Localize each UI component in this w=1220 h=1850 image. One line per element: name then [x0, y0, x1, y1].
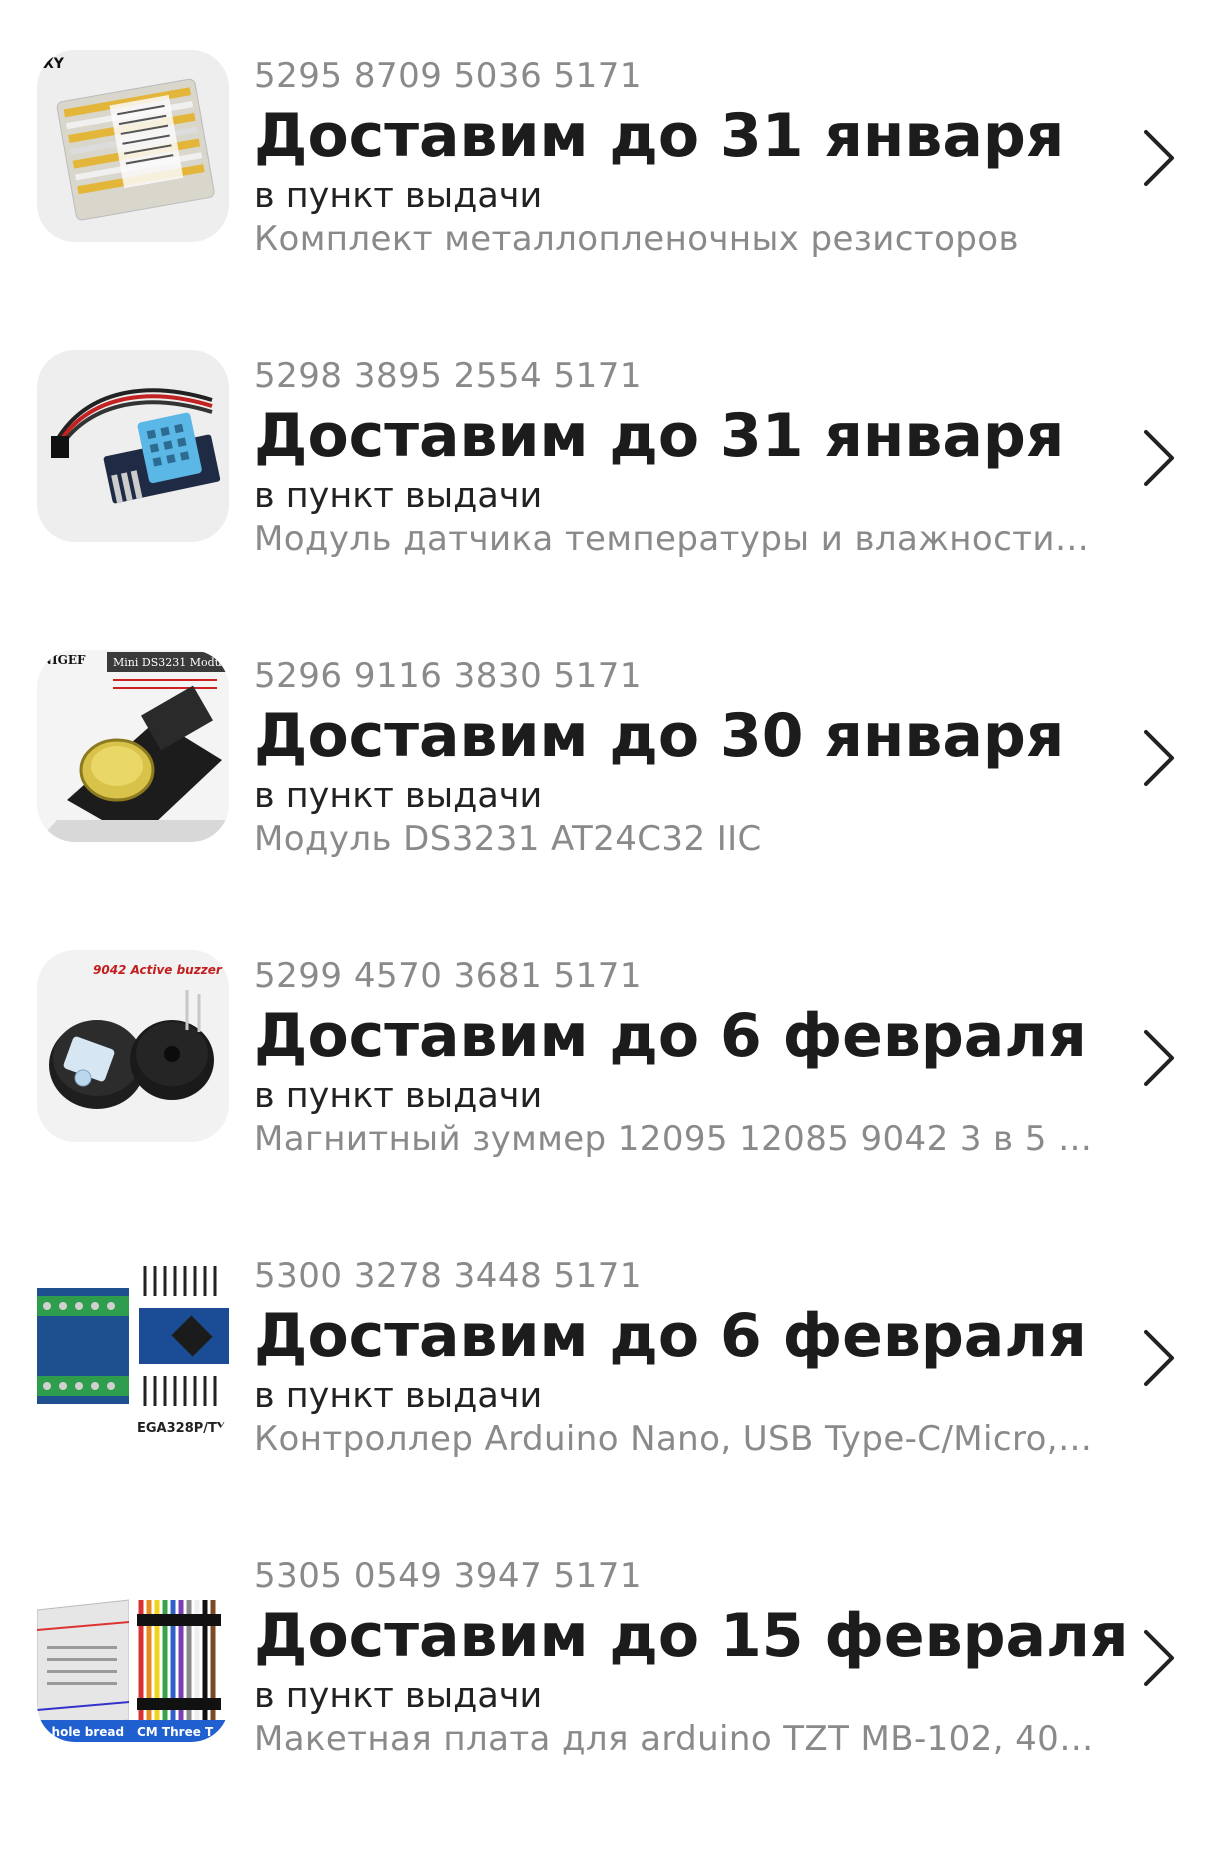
breadboard-thumbnail: 0 hole bread CM Three T [37, 1550, 229, 1742]
ds3231-module-thumbnail: Mini DS3231 Module NIGEF [37, 650, 229, 842]
order-row[interactable]: 5298 3895 2554 5171 Доставим до 31 январ… [0, 350, 1220, 650]
pickup-point-label: в пункт выдачи [254, 1376, 543, 1416]
order-row[interactable]: 0 hole bread CM Three T 5305 0549 3947 5… [0, 1550, 1220, 1850]
pickup-point-label: в пункт выдачи [254, 1076, 543, 1116]
chevron-right-icon[interactable] [1138, 1626, 1178, 1690]
delivery-date-title: Доставим до 31 января [254, 401, 1065, 471]
order-number: 5305 0549 3947 5171 [254, 1556, 643, 1596]
product-name: Магнитный зуммер 12095 12085 9042 3 в 5 … [254, 1119, 1094, 1159]
delivery-date-title: Доставим до 30 января [254, 701, 1065, 771]
chevron-right-icon[interactable] [1138, 726, 1178, 790]
order-number: 5300 3278 3448 5171 [254, 1256, 643, 1296]
product-name: Комплект металлопленочных резисторов [254, 219, 1019, 259]
buzzer-label-text: 9042 Active buzzer 5V [93, 963, 229, 977]
product-name: Контроллер Arduino Nano, USB Type-C/Micr… [254, 1419, 1094, 1459]
breadboard-right-text: CM Three T [137, 1725, 214, 1739]
order-row[interactable]: 9042 Active buzzer 5V 5299 4570 3681 517… [0, 950, 1220, 1250]
ds3231-label-text: Mini DS3231 Module [113, 656, 229, 669]
delivery-date-title: Доставим до 6 февраля [254, 1301, 1087, 1371]
resistor-brand-text: XY [43, 56, 65, 72]
delivery-date-title: Доставим до 31 января [254, 101, 1065, 171]
order-row[interactable]: XY 5295 8709 5036 5171 Доставим до 31 ян… [0, 50, 1220, 350]
product-name: Модуль DS3231 AT24C32 IIC [254, 819, 762, 859]
dht-sensor-thumbnail [37, 350, 229, 542]
delivery-date-title: Доставим до 6 февраля [254, 1001, 1087, 1071]
arduino-nano-thumbnail: EGA328P/TYPE [37, 1250, 229, 1442]
chevron-right-icon[interactable] [1138, 1026, 1178, 1090]
product-name: Макетная плата для arduino TZT MB-102, 4… [254, 1719, 1094, 1759]
ds3231-brand-text: NIGEF [41, 653, 86, 667]
buzzer-thumbnail: 9042 Active buzzer 5V [37, 950, 229, 1142]
order-number: 5295 8709 5036 5171 [254, 56, 643, 96]
order-number: 5298 3895 2554 5171 [254, 356, 643, 396]
chevron-right-icon[interactable] [1138, 1326, 1178, 1390]
pickup-point-label: в пункт выдачи [254, 476, 543, 516]
orders-list: XY 5295 8709 5036 5171 Доставим до 31 ян… [0, 0, 1220, 1821]
pickup-point-label: в пункт выдачи [254, 176, 543, 216]
order-number: 5299 4570 3681 5171 [254, 956, 643, 996]
chevron-right-icon[interactable] [1138, 426, 1178, 490]
pickup-point-label: в пункт выдачи [254, 776, 543, 816]
breadboard-left-text: 0 hole bread [39, 1725, 124, 1739]
order-row[interactable]: Mini DS3231 Module NIGEF 5296 9116 3830 … [0, 650, 1220, 950]
chevron-right-icon[interactable] [1138, 126, 1178, 190]
pickup-point-label: в пункт выдачи [254, 1676, 543, 1716]
nano-chip-text: EGA328P/TYPE [137, 1421, 229, 1436]
order-number: 5296 9116 3830 5171 [254, 656, 643, 696]
delivery-date-title: Доставим до 15 февраля [254, 1601, 1129, 1671]
product-name: Модуль датчика температуры и влажности D… [254, 519, 1094, 559]
resistor-kit-thumbnail: XY [37, 50, 229, 242]
order-row[interactable]: EGA328P/TYPE 5300 3278 3448 5171 Достави… [0, 1250, 1220, 1550]
